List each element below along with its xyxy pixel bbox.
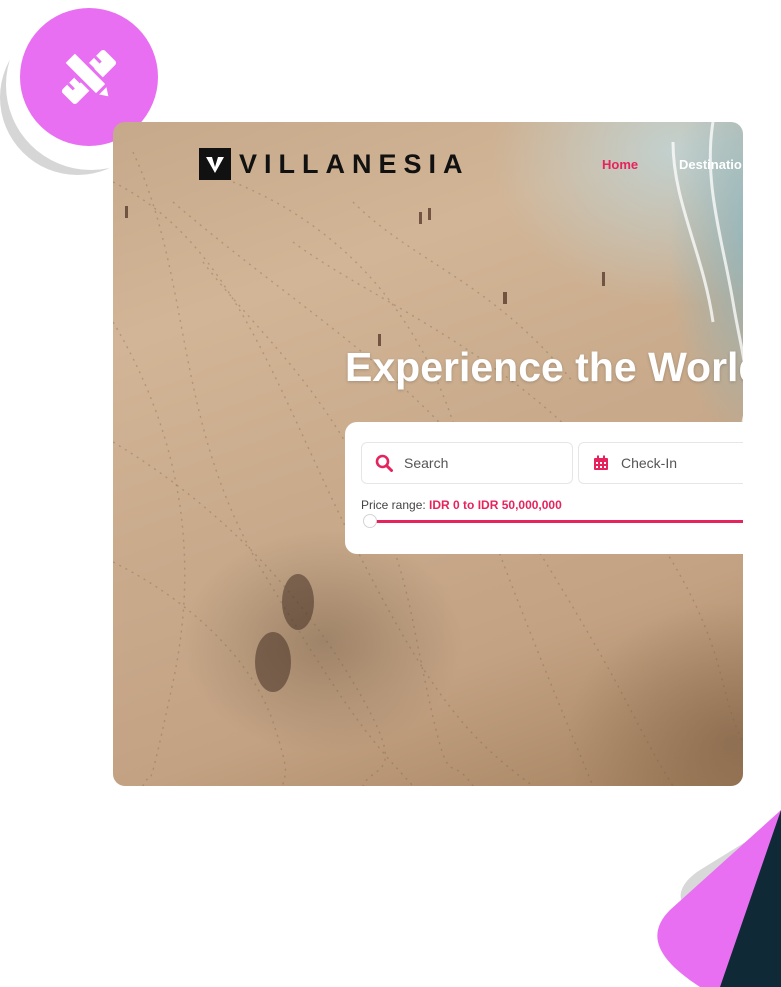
price-range-caption: Price range:	[361, 498, 426, 512]
calendar-icon	[591, 453, 611, 473]
corner-decoration	[657, 810, 781, 987]
hero-title: Experience the World	[345, 344, 743, 390]
search-panel: Search Check-In Price range: IDR 0 to ID…	[345, 422, 743, 554]
brand-logo[interactable]: VILLANESIA	[199, 148, 470, 180]
price-range-value: IDR 0 to IDR 50,000,000	[429, 498, 562, 512]
search-icon	[374, 453, 394, 473]
search-input[interactable]: Search	[404, 455, 448, 471]
price-slider-handle[interactable]	[363, 514, 377, 528]
brand-name: VILLANESIA	[239, 148, 470, 179]
checkin-input[interactable]: Check-In	[621, 455, 677, 471]
top-nav: VILLANESIA Home Destinatio	[113, 122, 743, 206]
pencil-ruler-icon	[61, 49, 117, 105]
checkin-field[interactable]: Check-In	[578, 442, 743, 484]
nav-link-home[interactable]: Home	[602, 157, 638, 172]
website-preview: VILLANESIA Home Destinatio Experience th…	[113, 122, 743, 786]
price-slider-track[interactable]	[373, 520, 743, 523]
price-range-label: Price range: IDR 0 to IDR 50,000,000	[361, 498, 562, 512]
logo-mark-icon	[199, 148, 231, 180]
nav-link-destinations[interactable]: Destinatio	[679, 157, 742, 172]
search-field[interactable]: Search	[361, 442, 573, 484]
